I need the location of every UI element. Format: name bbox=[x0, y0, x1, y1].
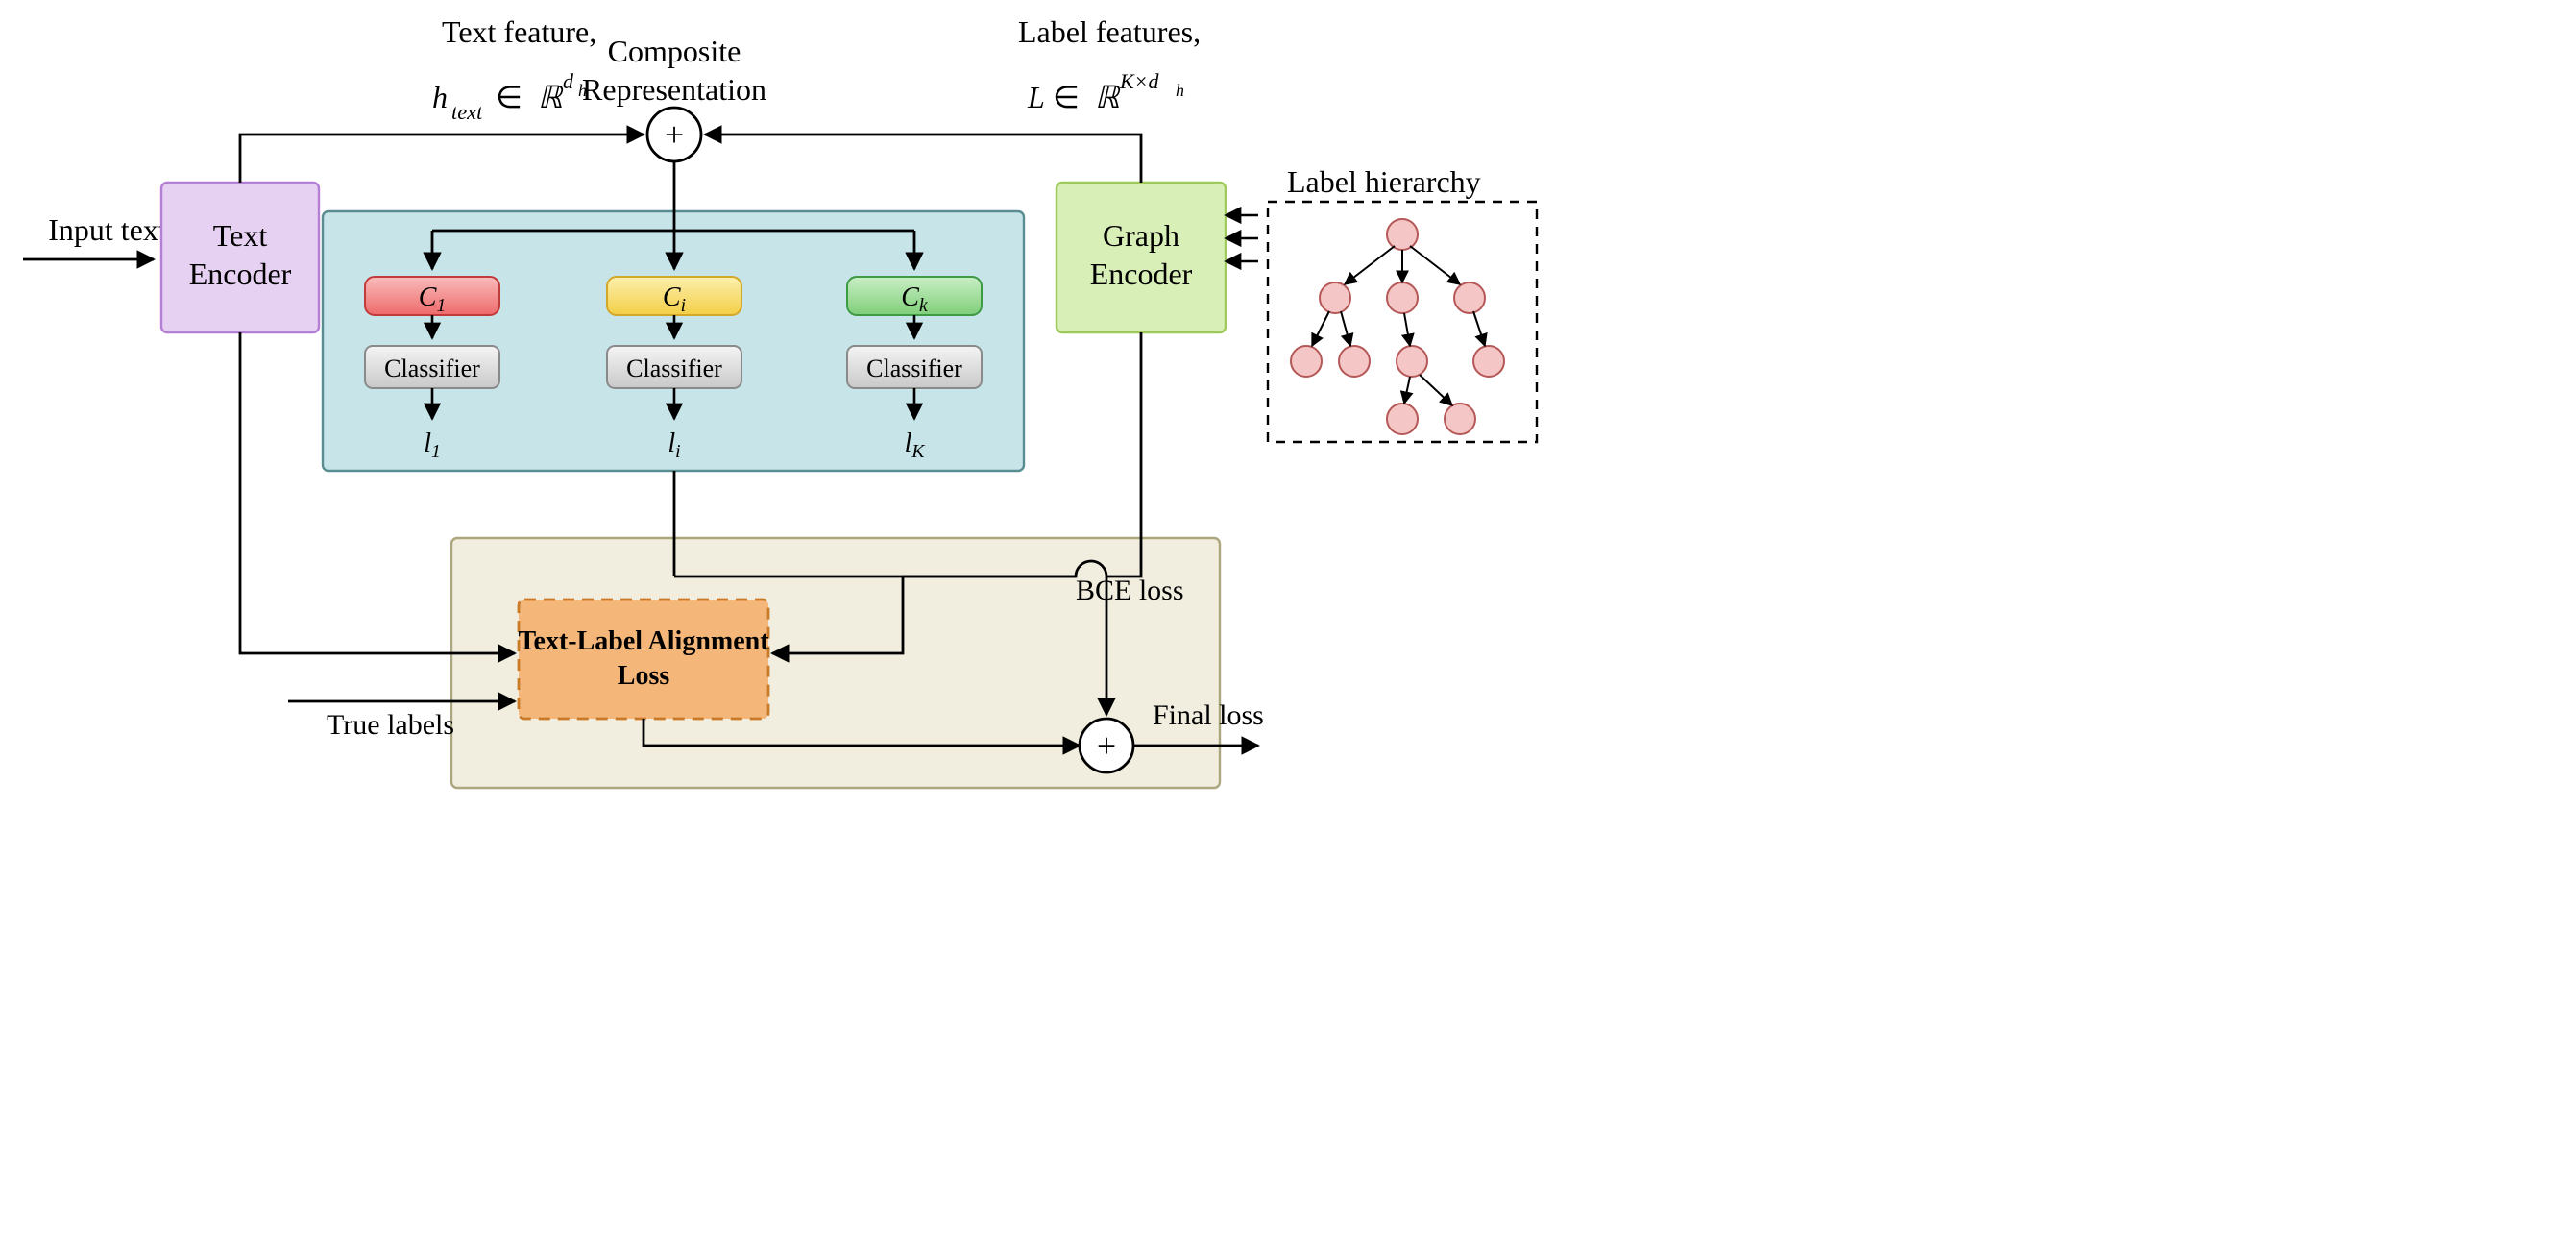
svg-text:h: h bbox=[432, 80, 448, 114]
plus-icon: + bbox=[1097, 726, 1116, 765]
graph-encoder-label-line2: Encoder bbox=[1090, 257, 1193, 291]
svg-text:ℝ: ℝ bbox=[538, 80, 564, 114]
text-label-alignment-loss-box bbox=[519, 600, 768, 719]
final-loss-label: Final loss bbox=[1153, 699, 1264, 731]
graph-encoder-label-line1: Graph bbox=[1103, 218, 1179, 253]
classifier-label-i: Classifier bbox=[626, 355, 722, 382]
hierarchy-tree bbox=[1291, 219, 1504, 434]
bce-loss-label: BCE loss bbox=[1076, 575, 1184, 606]
svg-text:ℝ: ℝ bbox=[1095, 80, 1121, 114]
svg-text:∈: ∈ bbox=[496, 80, 522, 114]
svg-text:K×d: K×d bbox=[1119, 69, 1160, 93]
label-hierarchy-title: Label hierarchy bbox=[1287, 164, 1481, 199]
tla-loss-label-1: Text-Label Alignment bbox=[518, 626, 769, 656]
svg-text:L: L bbox=[1027, 80, 1045, 114]
architecture-diagram: Input text Text Encoder Text feature, h … bbox=[0, 0, 2576, 1249]
text-encoder-label-line1: Text bbox=[213, 218, 268, 253]
svg-text:h: h bbox=[1176, 81, 1184, 100]
composite-label-2: Representation bbox=[582, 72, 766, 107]
svg-text:d: d bbox=[563, 69, 574, 93]
label-features-formula: L ∈ ℝ K×d h bbox=[1027, 69, 1184, 114]
input-text-label: Input text bbox=[48, 212, 167, 247]
text-encoder-label-line2: Encoder bbox=[189, 257, 292, 291]
label-features-title: Label features, bbox=[1018, 14, 1201, 49]
text-feature-title: Text feature, bbox=[442, 14, 596, 49]
plus-icon: + bbox=[665, 115, 684, 154]
true-labels-label: True labels bbox=[327, 709, 454, 741]
tla-loss-label-2: Loss bbox=[618, 661, 670, 691]
composite-label-1: Composite bbox=[608, 34, 741, 68]
svg-text:text: text bbox=[451, 100, 483, 124]
classifier-label-k: Classifier bbox=[866, 355, 962, 382]
svg-text:∈: ∈ bbox=[1053, 80, 1080, 114]
text-feature-formula: h text ∈ ℝ d h bbox=[432, 69, 587, 124]
classifier-label-1: Classifier bbox=[384, 355, 480, 382]
